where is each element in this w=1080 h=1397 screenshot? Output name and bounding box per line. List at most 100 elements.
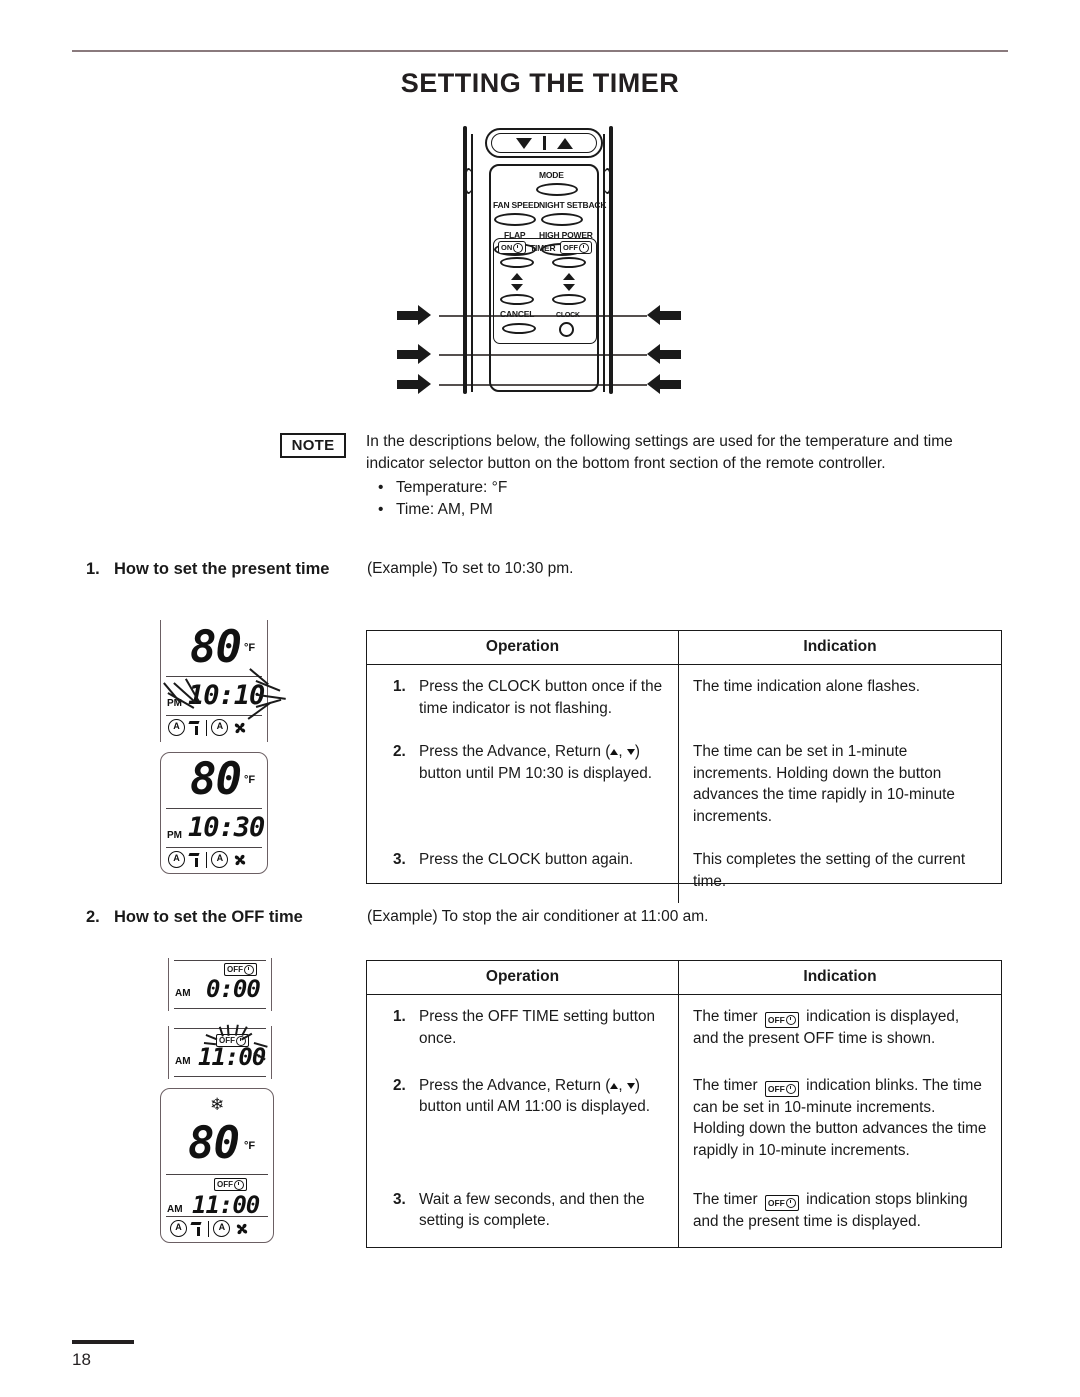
lcd-divider-bottom xyxy=(166,1216,268,1218)
lcd-temperature: 80 xyxy=(190,622,242,673)
mode-button[interactable] xyxy=(536,183,578,196)
section-2-number: 2. xyxy=(86,908,100,926)
off-badge-label: OFF xyxy=(767,1197,785,1208)
timer-on-label: ON xyxy=(501,242,513,252)
lcd-time: 11:00 xyxy=(192,1191,260,1219)
night-setback-button[interactable] xyxy=(541,213,583,226)
icon-divider xyxy=(208,1220,210,1237)
section-1-example: (Example) To set to 10:30 pm. xyxy=(367,560,574,577)
on-timer-button[interactable] xyxy=(500,257,534,268)
arrow-left-1 xyxy=(647,305,681,325)
advance-return-icon-right xyxy=(563,273,575,291)
note-bullet-item: • Time: AM, PM xyxy=(378,499,507,521)
lcd-temp-unit: °F xyxy=(244,1140,256,1152)
clock-glyph-icon xyxy=(785,1083,796,1094)
advance-return-button-right[interactable] xyxy=(552,294,586,305)
note-bullet-item: • Temperature: °F xyxy=(378,477,507,499)
step-block: 1. Press the CLOCK button once if the ti… xyxy=(393,676,664,719)
icon-divider xyxy=(206,719,208,736)
table-section-2: Operation Indication 1. Press the OFF TI… xyxy=(366,960,1002,1248)
operation-cell: 3. Press the CLOCK button again. xyxy=(367,829,679,903)
lcd-display-1a: 80 °F PM 10:10 A A xyxy=(160,620,286,742)
bullet-dot-icon: • xyxy=(378,479,384,496)
note-badge: NOTE xyxy=(280,433,346,458)
icon-divider xyxy=(206,851,208,868)
clock-glyph-icon xyxy=(579,242,589,253)
table-header-row: Operation Indication xyxy=(367,631,1001,665)
arrow-right-3 xyxy=(397,374,431,394)
note-body: In the descriptions below, the following… xyxy=(366,433,953,472)
cancel-button[interactable] xyxy=(502,323,536,334)
header-rule xyxy=(72,50,1008,52)
snowflake-icon: ❄ xyxy=(210,1095,225,1114)
fan-icon xyxy=(232,852,248,868)
clock-glyph-icon xyxy=(234,1179,244,1190)
step-text-pre: Press the Advance, Return ( xyxy=(419,1076,611,1094)
operation-cell: 1. Press the OFF TIME setting button onc… xyxy=(367,994,679,1055)
step-block: 3. Wait a few seconds, and then the sett… xyxy=(393,1189,664,1232)
step-block: 3. Press the CLOCK button again. xyxy=(393,849,664,871)
indication-cell: The timer OFF indication is displayed, a… xyxy=(679,995,1002,1055)
fan-icon xyxy=(232,720,248,736)
remote-body: MODE FAN SPEED NIGHT SETBACK FLAP HIGH P… xyxy=(463,122,613,397)
temp-selector-inner xyxy=(491,133,597,153)
mode-label: MODE xyxy=(539,170,564,180)
off-timer-button[interactable] xyxy=(552,257,586,268)
cancel-label: CANCEL xyxy=(500,309,535,319)
bar-indicator-icon xyxy=(542,136,546,150)
col-header-indication: Indication xyxy=(678,961,1001,995)
auto-fan-icon: A xyxy=(211,851,229,868)
operation-cell: 2. Press the Advance, Return (, ) button… xyxy=(367,721,679,829)
lcd-display-1b: 80 °F PM 10:30 A A xyxy=(160,752,268,874)
triangle-down-icon[interactable] xyxy=(515,137,532,149)
step-text: Wait a few seconds, and then the setting… xyxy=(419,1190,645,1230)
lcd-divider-top xyxy=(166,676,262,678)
lcd-time: 10:30 xyxy=(188,812,265,843)
manual-page: SETTING THE TIMER MODE FAN SPEED NIGHT S… xyxy=(0,0,1080,1397)
note-bullet-list: • Temperature: °F • Time: AM, PM xyxy=(378,477,507,521)
return-down-icon xyxy=(626,749,635,755)
temp-selector-capsule[interactable] xyxy=(485,128,603,158)
lcd-display-2b: OFF AM 11:00 xyxy=(168,1024,272,1079)
page-number: 18 xyxy=(72,1350,91,1369)
indication-cell: The time indication alone flashes. xyxy=(693,678,921,695)
timer-on-badge: ON xyxy=(498,241,527,254)
section-1-title: How to set the present time xyxy=(114,560,330,578)
indication-cell: This completes the setting of the curren… xyxy=(693,851,966,890)
indication-text-pre: The timer xyxy=(693,1190,758,1208)
step-number: 3. xyxy=(393,1190,406,1208)
flap-icon xyxy=(189,852,202,867)
remote-notch-right xyxy=(603,168,612,194)
comma-sep: , xyxy=(618,1076,627,1094)
off-timer-badge-inline: OFF xyxy=(764,1080,799,1097)
step-text: Press the OFF TIME setting button once. xyxy=(419,1008,656,1047)
step-number: 2. xyxy=(393,1076,406,1094)
lcd-time: 10:10 xyxy=(188,680,265,711)
fan-icon xyxy=(234,1221,250,1237)
off-badge-label: OFF xyxy=(217,1179,233,1189)
footer-rule xyxy=(72,1340,134,1344)
lcd-divider-bottom xyxy=(174,1076,266,1078)
auto-mode-icon: A xyxy=(168,719,185,736)
lcd-temp-unit: °F xyxy=(244,774,256,786)
auto-mode-icon: A xyxy=(168,851,185,868)
clock-glyph-icon xyxy=(785,1197,796,1208)
advance-return-icon-left xyxy=(511,273,523,291)
lcd-display-2a: OFF AM 0:00 xyxy=(168,958,272,1011)
step-text: Press the CLOCK button once if the time … xyxy=(419,678,663,717)
off-badge-label: OFF xyxy=(227,964,243,974)
triangle-up-icon[interactable] xyxy=(556,137,573,149)
step-number: 1. xyxy=(393,1008,406,1025)
lcd-divider-top xyxy=(166,1174,268,1176)
col-header-operation: Operation xyxy=(367,631,679,665)
col-header-operation: Operation xyxy=(367,961,679,995)
lcd-time: 0:00 xyxy=(206,975,261,1003)
step-text-pre: Press the Advance, Return ( xyxy=(419,743,611,760)
remote-notch-left xyxy=(464,168,473,194)
advance-return-button-left[interactable] xyxy=(500,294,534,305)
flap-icon xyxy=(189,720,202,735)
clock-button[interactable] xyxy=(559,322,574,337)
comma-sep: , xyxy=(618,743,627,760)
lcd-divider-bottom xyxy=(166,715,262,717)
fan-speed-button[interactable] xyxy=(494,213,536,226)
